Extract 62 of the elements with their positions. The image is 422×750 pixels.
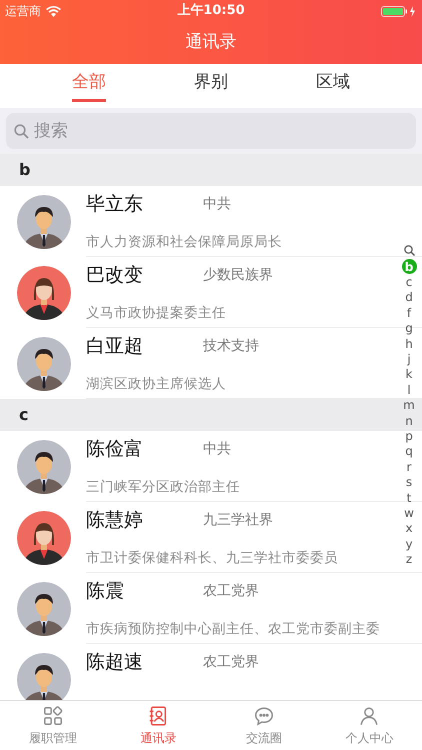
contact-name: 白亚超 [86, 334, 144, 359]
contact-title: 湖滨区政协主席候选人 [86, 374, 227, 394]
carrier-label: 运营商 [5, 3, 41, 20]
contact-title: 市疾病预防控制中心副主任、农工党市委副主委 [86, 620, 381, 639]
contact-name: 陈震 [86, 579, 125, 604]
contact-row[interactable]: 毕立东 中共 市人力资源和社会保障局原局长 [0, 186, 422, 257]
contact-name: 陈慧婷 [86, 508, 144, 533]
search-icon [14, 124, 29, 139]
index-letter[interactable]: x [402, 520, 416, 536]
index-letter[interactable]: s [402, 474, 416, 490]
contact-title: 义马市政协提案委主任 [86, 304, 227, 323]
index-letter[interactable]: m [402, 398, 416, 413]
contact-title: 市人力资源和社会保障局原局长 [86, 232, 283, 252]
index-letter[interactable]: q [402, 444, 416, 460]
search-field[interactable]: 搜索 [6, 113, 416, 149]
avatar-icon [17, 266, 71, 320]
contact-row[interactable]: 陈震 农工党界 市疾病预防控制中心副主任、农工党市委副主委 [0, 573, 422, 644]
index-letter[interactable]: n [402, 412, 416, 428]
contact-group: 技术支持 [203, 336, 259, 357]
index-letter[interactable]: d [402, 290, 416, 306]
contact-group: 中共 [203, 438, 231, 460]
page-title: 通讯录 [186, 31, 236, 54]
battery-icon [381, 6, 417, 16]
bottom-tab[interactable]: 通讯录 [106, 701, 211, 750]
index-letter[interactable]: r [402, 459, 416, 474]
contact-group: 中共 [203, 194, 231, 215]
section-header: b [0, 154, 422, 186]
contact-title: 市卫计委保健科科长、九三学社市委委员 [86, 548, 339, 568]
avatar-icon [17, 336, 71, 390]
filter-tab[interactable]: 区域 [272, 64, 394, 108]
index-letter[interactable]: k [402, 366, 416, 382]
index-letter[interactable]: h [402, 336, 416, 352]
contact-name: 陈超速 [86, 650, 144, 675]
filter-tab[interactable]: 界别 [150, 64, 272, 108]
contact-group: 农工党界 [203, 652, 259, 673]
contact-group: 九三学社界 [203, 510, 273, 531]
chat-icon [252, 704, 275, 726]
index-letter[interactable]: p [402, 428, 416, 444]
status-time: 上午10:50 [177, 2, 245, 20]
avatar-icon [17, 582, 71, 636]
index-letter[interactable]: c [402, 274, 416, 290]
contact-name: 毕立东 [86, 192, 144, 217]
index-letter[interactable]: w [402, 505, 416, 521]
avatar-icon [17, 510, 71, 564]
index-letter[interactable]: z [402, 551, 416, 567]
contact-name: 陈俭富 [86, 437, 144, 462]
contact-group: 少数民族界 [203, 264, 273, 286]
index-letter[interactable]: t [402, 490, 416, 506]
index-letter[interactable]: j [402, 351, 416, 367]
contact-group: 农工党界 [203, 580, 259, 602]
index-letter[interactable]: g [402, 320, 416, 336]
grid-icon [42, 704, 64, 726]
wifi-icon [46, 6, 61, 16]
index-letter[interactable]: l [402, 382, 416, 398]
person-icon [358, 704, 380, 726]
contact-name: 巴改变 [86, 263, 144, 288]
contact-title: 三门峡军分区政治部主任 [86, 478, 241, 497]
avatar-icon [17, 194, 71, 248]
search-icon[interactable] [404, 245, 414, 257]
index-letter[interactable]: y [402, 536, 416, 552]
avatar-icon [17, 440, 71, 494]
index-letter[interactable]: f [402, 305, 416, 321]
